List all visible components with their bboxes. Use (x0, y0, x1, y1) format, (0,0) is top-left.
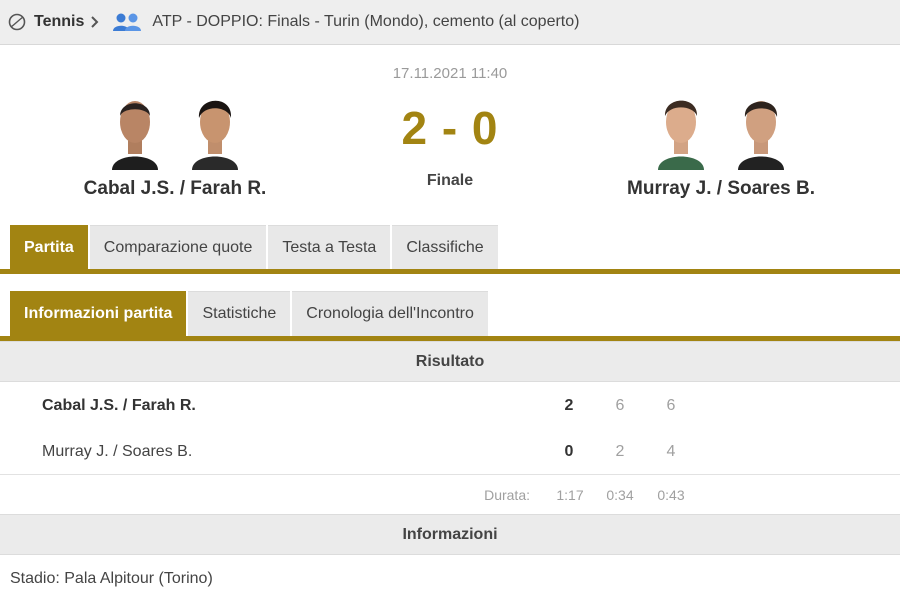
player-photo (738, 101, 784, 170)
tab-statistiche[interactable]: Statistiche (188, 291, 291, 336)
tab-comparazione-quote[interactable]: Comparazione quote (89, 225, 267, 270)
result-sets-won: 2 (564, 397, 574, 414)
tab-partita[interactable]: Partita (10, 225, 88, 270)
breadcrumb: Tennis ATP - DOPPIO: Finals - Turin (Mon… (0, 0, 900, 45)
home-team-name: Cabal J.S. / Farah R. (83, 178, 267, 199)
people-icon (112, 12, 142, 32)
sub-tabs: Informazioni partita Statistiche Cronolo… (10, 291, 488, 336)
info-section-header: Informazioni (0, 514, 900, 555)
breadcrumb-sport-link[interactable]: Tennis (34, 13, 84, 31)
venue-text: Stadio: Pala Alpitour (Torino) (10, 570, 213, 587)
result-set2-games: 6 (666, 397, 676, 414)
main-tabs: Partita Comparazione quote Testa a Testa… (10, 225, 498, 270)
duration-set2: 0:43 (657, 487, 685, 503)
result-set1-games: 2 (615, 443, 625, 460)
result-row-home: Cabal J.S. / Farah R. 2 6 6 (0, 383, 900, 429)
player-photo (658, 100, 704, 170)
player-photo (112, 101, 158, 170)
match-header: 17.11.2021 11:40 2 - 0 Finale Cabal J.S.… (0, 45, 900, 225)
away-team-name: Murray J. / Soares B. (627, 178, 815, 199)
result-sets-won: 0 (564, 443, 574, 460)
breadcrumb-tournament-link[interactable]: ATP - DOPPIO: Finals - Turin (Mondo), ce… (152, 13, 579, 31)
tab-informazioni-partita[interactable]: Informazioni partita (10, 291, 187, 336)
player-photo (192, 100, 238, 170)
tennis-ball-icon (8, 13, 26, 31)
result-row-away: Murray J. / Soares B. 0 2 4 (0, 429, 900, 475)
result-section-header: Risultato (0, 341, 900, 382)
duration-total: 1:17 (556, 487, 584, 503)
result-set2-games: 4 (666, 443, 676, 460)
result-team-name[interactable]: Murray J. / Soares B. (42, 443, 192, 461)
away-team[interactable]: Murray J. / Soares B. (586, 90, 856, 200)
tab-classifiche[interactable]: Classifiche (392, 225, 498, 270)
result-team-name[interactable]: Cabal J.S. / Farah R. (42, 397, 196, 415)
tab-cronologia[interactable]: Cronologia dell'Incontro (292, 291, 488, 336)
tab-testa-a-testa[interactable]: Testa a Testa (268, 225, 391, 270)
duration-set1: 0:34 (606, 487, 634, 503)
duration-row: Durata: 1:17 0:34 0:43 (0, 475, 900, 514)
duration-label: Durata: (484, 487, 530, 503)
home-team[interactable]: Cabal J.S. / Farah R. (40, 90, 310, 200)
match-date: 17.11.2021 11:40 (392, 65, 508, 82)
result-set1-games: 6 (615, 397, 625, 414)
tabs-underline (0, 269, 900, 274)
chevron-right-icon (90, 15, 100, 29)
